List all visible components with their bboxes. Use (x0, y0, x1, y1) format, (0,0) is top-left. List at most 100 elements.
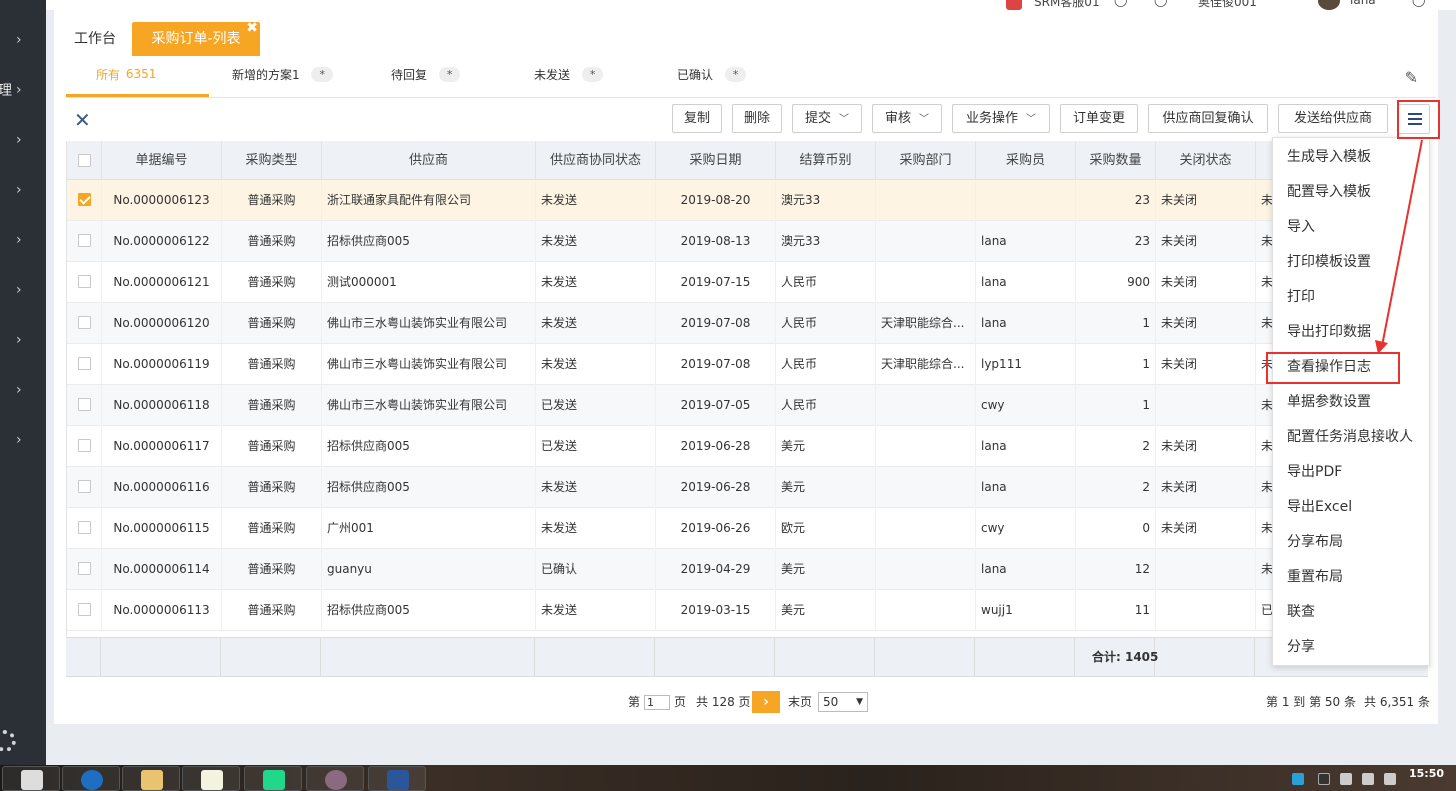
table-cell[interactable]: No.0000006123 (102, 180, 222, 221)
close-tab-icon[interactable]: ✖ (246, 11, 258, 45)
delete-button[interactable]: 删除 (732, 104, 782, 133)
row-checkbox[interactable] (78, 480, 91, 493)
supplier-reply-confirm-button[interactable]: 供应商回复确认 (1148, 104, 1268, 133)
table-row[interactable]: No.0000006113 普通采购 招标供应商005 未发送 2019-03-15 美元… (67, 590, 1308, 631)
sidebar-expand-icon[interactable]: › (16, 232, 22, 248)
column-header[interactable]: 关闭状态 (1156, 141, 1256, 180)
table-cell[interactable]: No.0000006113 (102, 590, 222, 631)
row-checkbox[interactable] (78, 439, 91, 452)
row-checkbox[interactable] (78, 398, 91, 411)
menu-item[interactable]: 导入 (1287, 210, 1315, 245)
table-row[interactable]: No.0000006123 普通采购 浙江联通家具配件有限公司 未发送 2019-08-… (67, 180, 1308, 221)
menu-item[interactable]: 配置任务消息接收人 (1287, 420, 1413, 455)
flag-icon[interactable] (1384, 773, 1396, 785)
table-cell[interactable]: No.0000006122 (102, 221, 222, 262)
menu-item[interactable]: 打印模板设置 (1287, 245, 1371, 280)
pencil-icon[interactable]: ✎ (1405, 68, 1418, 87)
table-row[interactable]: No.0000006122 普通采购 招标供应商005 未发送 2019-08-13 澳元… (67, 221, 1308, 262)
menu-item[interactable]: 生成导入模板 (1287, 140, 1371, 175)
page-number-input[interactable]: 1 (644, 695, 670, 710)
scheme-tab-new-plan[interactable]: 新增的方案1 * (232, 62, 333, 98)
table-cell[interactable]: No.0000006117 (102, 426, 222, 467)
menu-item[interactable]: 单据参数设置 (1287, 385, 1371, 420)
row-checkbox[interactable] (78, 603, 91, 616)
row-checkbox[interactable] (78, 357, 91, 370)
column-header[interactable]: 单据编号 (102, 141, 222, 180)
scheme-tab-confirmed[interactable]: 已确认 * (677, 62, 747, 98)
row-checkbox[interactable] (78, 275, 91, 288)
menu-item[interactable]: 分享布局 (1287, 525, 1343, 560)
table-cell[interactable]: No.0000006120 (102, 303, 222, 344)
globe-icon[interactable]: ◯ (1154, 0, 1167, 7)
qq-icon[interactable] (1318, 773, 1330, 785)
row-checkbox[interactable] (78, 193, 91, 206)
table-row[interactable]: No.0000006115 普通采购 广州001 未发送 2019-06-26 欧元 cwy… (67, 508, 1308, 549)
menu-item[interactable]: 导出PDF (1287, 455, 1342, 490)
send-to-supplier-button[interactable]: 发送给供应商 (1278, 104, 1388, 133)
volume-icon[interactable] (1362, 773, 1374, 785)
table-cell[interactable]: No.0000006115 (102, 508, 222, 549)
menu-item[interactable]: 联查 (1287, 595, 1315, 630)
submit-dropdown-button[interactable]: 提交 ﹀ (792, 104, 862, 133)
order-change-button[interactable]: 订单变更 (1060, 104, 1138, 133)
table-row[interactable]: No.0000006121 普通采购 测试000001 未发送 2019-07-15 人民… (67, 262, 1308, 303)
column-header[interactable]: 供应商 (322, 141, 536, 180)
row-checkbox[interactable] (78, 521, 91, 534)
taskbar-app[interactable] (368, 766, 426, 791)
sidebar-expand-icon[interactable]: › (16, 182, 22, 198)
table-row[interactable]: No.0000006119 普通采购 佛山市三水粤山装饰实业有限公司 未发送 2019-… (67, 344, 1308, 385)
taskbar-app[interactable] (306, 766, 364, 791)
company-name[interactable]: 奥佳俊001 (1198, 0, 1257, 10)
column-header[interactable]: 采购部门 (876, 141, 976, 180)
taskbar-app[interactable] (244, 766, 302, 791)
sidebar-expand-icon[interactable]: › (16, 32, 22, 48)
taskbar-app[interactable] (62, 766, 120, 791)
network-icon[interactable] (1340, 773, 1352, 785)
select-all-checkbox[interactable] (78, 154, 91, 167)
help-icon[interactable]: ◯ (1412, 0, 1425, 7)
row-checkbox[interactable] (78, 316, 91, 329)
copy-button[interactable]: 复制 (672, 104, 722, 133)
tab-workbench[interactable]: 工作台 (74, 22, 116, 56)
table-row[interactable]: No.0000006120 普通采购 佛山市三水粤山装饰实业有限公司 未发送 2019-… (67, 303, 1308, 344)
table-row[interactable]: No.0000006116 普通采购 招标供应商005 未发送 2019-06-28 美元… (67, 467, 1308, 508)
menu-item[interactable]: 导出打印数据 (1287, 315, 1371, 350)
table-cell[interactable]: No.0000006114 (102, 549, 222, 590)
column-header[interactable]: 采购类型 (222, 141, 322, 180)
table-cell[interactable]: No.0000006118 (102, 385, 222, 426)
sidebar-expand-icon[interactable]: › (16, 332, 22, 348)
sidebar-expand-icon[interactable]: › (16, 382, 22, 398)
scheme-tab-unsent[interactable]: 未发送 * (534, 62, 604, 98)
table-row[interactable]: No.0000006114 普通采购 guanyu 已确认 2019-04-29 美元 la… (67, 549, 1308, 590)
column-header[interactable]: 采购员 (976, 141, 1076, 180)
last-page-link[interactable]: 末页 (788, 690, 812, 714)
column-header[interactable]: 采购日期 (656, 141, 776, 180)
taskbar-app[interactable] (182, 766, 240, 791)
tab-purchase-order-list[interactable]: 采购订单-列表 ✖ (132, 20, 260, 56)
search-icon[interactable]: ◯ (1114, 0, 1127, 7)
table-cell[interactable]: No.0000006116 (102, 467, 222, 508)
sidebar-expand-icon[interactable]: › (16, 282, 22, 298)
table-cell[interactable]: No.0000006121 (102, 262, 222, 303)
column-header[interactable]: 供应商协同状态 (536, 141, 656, 180)
avatar[interactable] (1318, 0, 1340, 10)
table-row[interactable]: No.0000006117 普通采购 招标供应商005 已发送 2019-06-28 美元… (67, 426, 1308, 467)
user-name[interactable]: lana (1350, 0, 1376, 7)
column-header[interactable]: 采购数量 (1076, 141, 1156, 180)
business-ops-dropdown-button[interactable]: 业务操作 ﹀ (952, 104, 1050, 133)
row-checkbox[interactable] (78, 234, 91, 247)
menu-item[interactable]: 打印 (1287, 280, 1315, 315)
taskbar-app[interactable] (2, 766, 60, 791)
tray-icon[interactable] (1292, 773, 1304, 785)
taskbar-app[interactable] (122, 766, 180, 791)
scheme-tab-all[interactable]: 所有 6351 (66, 62, 209, 97)
row-checkbox[interactable] (78, 562, 91, 575)
next-page-button[interactable]: › (752, 691, 780, 713)
audit-dropdown-button[interactable]: 审核 ﹀ (872, 104, 942, 133)
gear-icon[interactable] (0, 730, 16, 752)
menu-item[interactable]: 导出Excel (1287, 490, 1352, 525)
sidebar-expand-icon[interactable]: › (16, 82, 22, 98)
table-cell[interactable]: No.0000006119 (102, 344, 222, 385)
sidebar-expand-icon[interactable]: › (16, 432, 22, 448)
table-row[interactable]: No.0000006118 普通采购 佛山市三水粤山装饰实业有限公司 已发送 2019-… (67, 385, 1308, 426)
